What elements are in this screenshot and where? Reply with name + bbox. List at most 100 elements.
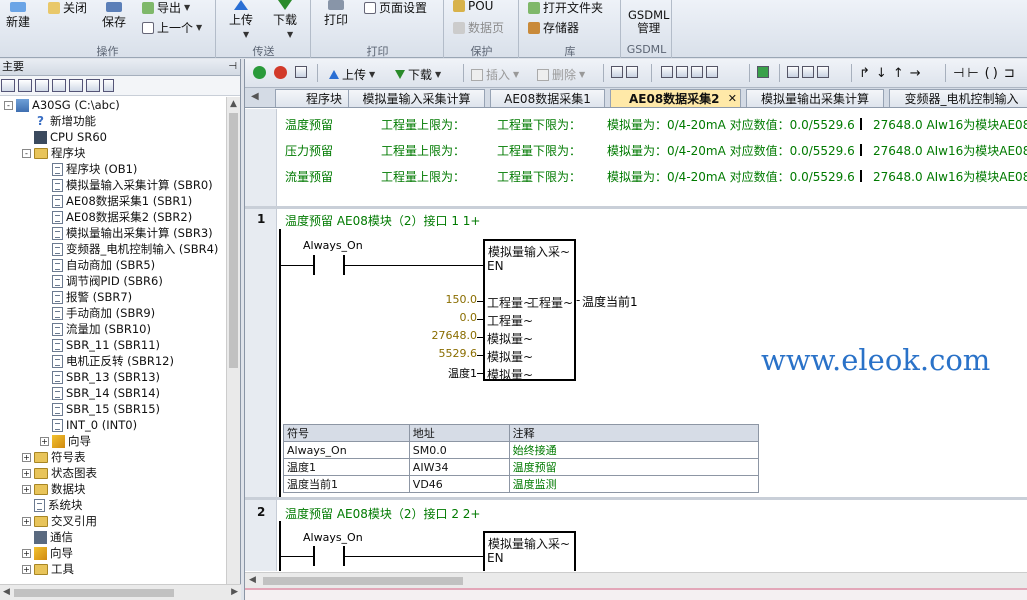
chevron-down-icon[interactable]: ▼ [243, 30, 249, 39]
contact-left[interactable] [313, 546, 315, 566]
pou-button[interactable]: POU [453, 0, 493, 13]
contact-icon[interactable]: ⊣⊢ [953, 66, 982, 81]
bookmark-icon[interactable] [817, 66, 829, 78]
pin-icon[interactable]: ⊣ [228, 59, 237, 75]
tree-item[interactable]: + 符号表 [22, 449, 86, 465]
expand-icon[interactable]: + [22, 452, 31, 462]
input-value[interactable]: 27648.0 [432, 329, 478, 342]
comment-line[interactable]: 温度预留 工程量上限为： 工程量下限为： 模拟量为：0/4-20mA 对应数值：0.0… [285, 116, 1027, 132]
network-icon[interactable] [676, 66, 688, 78]
previous-button[interactable]: 上一个 ▼ [142, 19, 202, 36]
monitor-icon[interactable] [626, 66, 638, 78]
network2-function-box[interactable]: 模拟量输入采~ EN [483, 531, 576, 571]
tree-vertical-scrollbar[interactable]: ▲ [226, 97, 240, 584]
tree-item[interactable]: CPU SR60 [22, 129, 107, 145]
network2-number[interactable]: 2 [257, 505, 265, 519]
tree-item[interactable]: 流量加 (SBR10) [40, 321, 151, 337]
network-icon[interactable] [706, 66, 718, 78]
tree-item[interactable]: + 向导 [40, 433, 91, 449]
network1-function-box[interactable]: 模拟量输入采~ EN 工程量~ 工程量~ 模拟量~ 模拟量~ 模拟量~ 工程量~ [483, 239, 576, 382]
comment-line[interactable]: 压力预留 工程量上限为： 工程量下限为： 模拟量为：0/4-20mA 对应数值：0.0… [285, 142, 1027, 158]
page-setup-button[interactable]: 页面设置 [364, 0, 427, 16]
expand-icon[interactable]: + [22, 516, 31, 526]
scroll-left-icon[interactable]: ◀ [3, 587, 10, 597]
expand-icon[interactable]: + [22, 468, 31, 478]
delete-button[interactable]: 删除 ▼ [537, 66, 585, 83]
tree-item[interactable]: AE08数据采集1 (SBR1) [40, 193, 192, 209]
tree-item[interactable]: INT_0 (INT0) [40, 417, 137, 433]
monitor-icon[interactable] [611, 66, 623, 78]
tree-item[interactable]: + 状态图表 [22, 465, 97, 481]
stop-button[interactable] [274, 66, 287, 79]
lock-icon[interactable] [787, 66, 799, 78]
insert-button[interactable]: 插入 ▼ [471, 66, 519, 83]
input-value[interactable]: 0.0 [460, 311, 478, 324]
tree-item[interactable]: + 工具 [22, 561, 74, 577]
scroll-right-icon[interactable]: ▶ [231, 587, 238, 597]
scroll-up-icon[interactable]: ▲ [230, 99, 237, 109]
tree-item[interactable]: SBR_13 (SBR13) [40, 369, 160, 385]
open-folder-button[interactable]: 打开文件夹 [528, 0, 603, 16]
input-value[interactable]: 150.0 [446, 293, 478, 306]
wire-down-icon[interactable]: ↓ [876, 66, 890, 81]
data-page-button[interactable]: 数据页 [453, 19, 504, 36]
expand-icon[interactable]: + [22, 564, 31, 574]
network2-title[interactable]: 温度预留 AE08模块（2）接口 2 2+ [285, 505, 480, 522]
input-value[interactable]: 温度1 [448, 365, 477, 381]
tab-5[interactable]: 模拟量输出采集计算 [746, 89, 884, 107]
tree-horizontal-scrollbar[interactable]: ◀ ▶ [0, 584, 241, 600]
tree-item[interactable]: 调节阀PID (SBR6) [40, 273, 163, 289]
view-icon[interactable] [52, 79, 66, 92]
upload-button[interactable]: 上传 [229, 0, 253, 28]
print-button[interactable]: 打印 [324, 0, 348, 28]
tab-scroll-left-icon[interactable]: ◀ [251, 91, 259, 102]
expand-icon[interactable]: + [22, 548, 31, 558]
editor-horizontal-scrollbar[interactable]: ◀ [245, 572, 1027, 588]
lock-icon[interactable] [802, 66, 814, 78]
tree-item[interactable]: + 数据块 [22, 481, 86, 497]
scroll-left-icon[interactable]: ◀ [249, 575, 256, 585]
view-icon[interactable] [103, 79, 114, 92]
tree-item[interactable]: 报警 (SBR7) [40, 289, 132, 305]
box-icon[interactable]: ⊐ [1004, 66, 1018, 81]
close-button[interactable]: 关闭 [48, 0, 87, 16]
tree-item[interactable]: SBR_14 (SBR14) [40, 385, 160, 401]
tree-item[interactable]: + 交叉引用 [22, 513, 97, 529]
tree-item[interactable]: SBR_11 (SBR11) [40, 337, 160, 353]
view-icon[interactable] [86, 79, 100, 92]
collapse-icon[interactable]: - [4, 100, 13, 110]
network-icon[interactable] [661, 66, 673, 78]
tree-item[interactable]: 模拟量输出采集计算 (SBR3) [40, 225, 213, 241]
wire-up-icon[interactable]: ↑ [893, 66, 907, 81]
tree-item[interactable]: 电机正反转 (SBR12) [40, 353, 174, 369]
download-button[interactable]: 下载 [273, 0, 297, 28]
tree-item[interactable]: - A30SG (C:\abc) [4, 97, 120, 113]
view-icon[interactable] [69, 79, 83, 92]
tab-4[interactable]: AE08数据采集2 ✕ [610, 89, 741, 107]
tab-2[interactable]: 模拟量输入采集计算 [348, 89, 485, 107]
close-tab-icon[interactable]: ✕ [728, 90, 737, 107]
expand-icon[interactable]: + [40, 436, 49, 446]
tree-item[interactable]: + 向导 [22, 545, 73, 561]
view-icon[interactable] [35, 79, 49, 92]
tree-item[interactable]: 系统块 [22, 497, 83, 513]
network-icon[interactable] [691, 66, 703, 78]
goto-icon[interactable] [757, 66, 769, 78]
network1-title[interactable]: 温度预留 AE08模块（2）接口 1 1+ [285, 212, 480, 229]
editor-upload-button[interactable]: 上传 ▼ [329, 66, 375, 83]
tab-6[interactable]: 变频器_电机控制输入 [889, 89, 1027, 107]
network2-contact-label[interactable]: Always_On [303, 531, 363, 544]
tree-item[interactable]: 模拟量输入采集计算 (SBR0) [40, 177, 213, 193]
tab-3[interactable]: AE08数据采集1 [490, 89, 605, 107]
table-row[interactable]: Always_On SM0.0 始终接通 [283, 441, 760, 459]
tree-item[interactable]: - 程序块 [22, 145, 86, 161]
wire-right-icon[interactable]: → [910, 66, 924, 81]
collapse-icon[interactable]: - [22, 148, 31, 158]
view-icon[interactable] [18, 79, 32, 92]
scrollbar-thumb[interactable] [263, 577, 463, 585]
table-row[interactable]: 温度1 AIW34 温度预留 [283, 458, 760, 476]
input-value[interactable]: 5529.6 [439, 347, 478, 360]
table-row[interactable]: 温度当前1 VD46 温度监测 [283, 475, 760, 493]
tree-item[interactable]: AE08数据采集2 (SBR2) [40, 209, 192, 225]
save-button[interactable]: 保存 [102, 2, 126, 30]
